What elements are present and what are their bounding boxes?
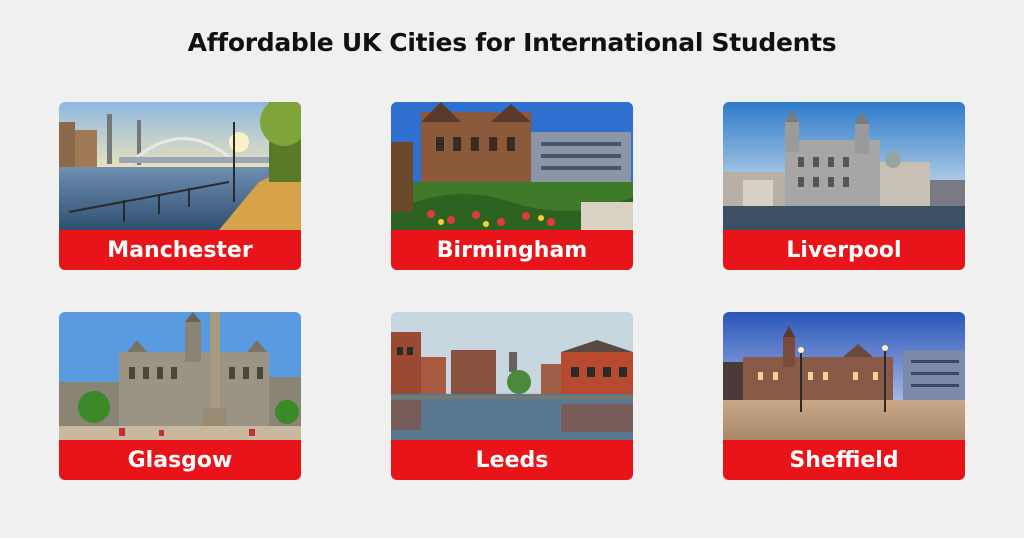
city-label: Sheffield [723,440,965,480]
page-title: Affordable UK Cities for International S… [187,28,837,57]
city-label: Glasgow [59,440,301,480]
city-card-birmingham[interactable]: Birmingham [391,102,633,270]
city-card-manchester[interactable]: Manchester [59,102,301,270]
birmingham-photo [391,102,633,230]
manchester-photo [59,102,301,230]
city-card-glasgow[interactable]: Glasgow [59,312,301,480]
city-card-liverpool[interactable]: Liverpool [723,102,965,270]
leeds-photo [391,312,633,440]
city-label: Manchester [59,230,301,270]
sheffield-photo [723,312,965,440]
city-label: Leeds [391,440,633,480]
city-card-leeds[interactable]: Leeds [391,312,633,480]
city-label: Birmingham [391,230,633,270]
city-label: Liverpool [723,230,965,270]
liverpool-photo [723,102,965,230]
glasgow-photo [59,312,301,440]
city-card-sheffield[interactable]: Sheffield [723,312,965,480]
